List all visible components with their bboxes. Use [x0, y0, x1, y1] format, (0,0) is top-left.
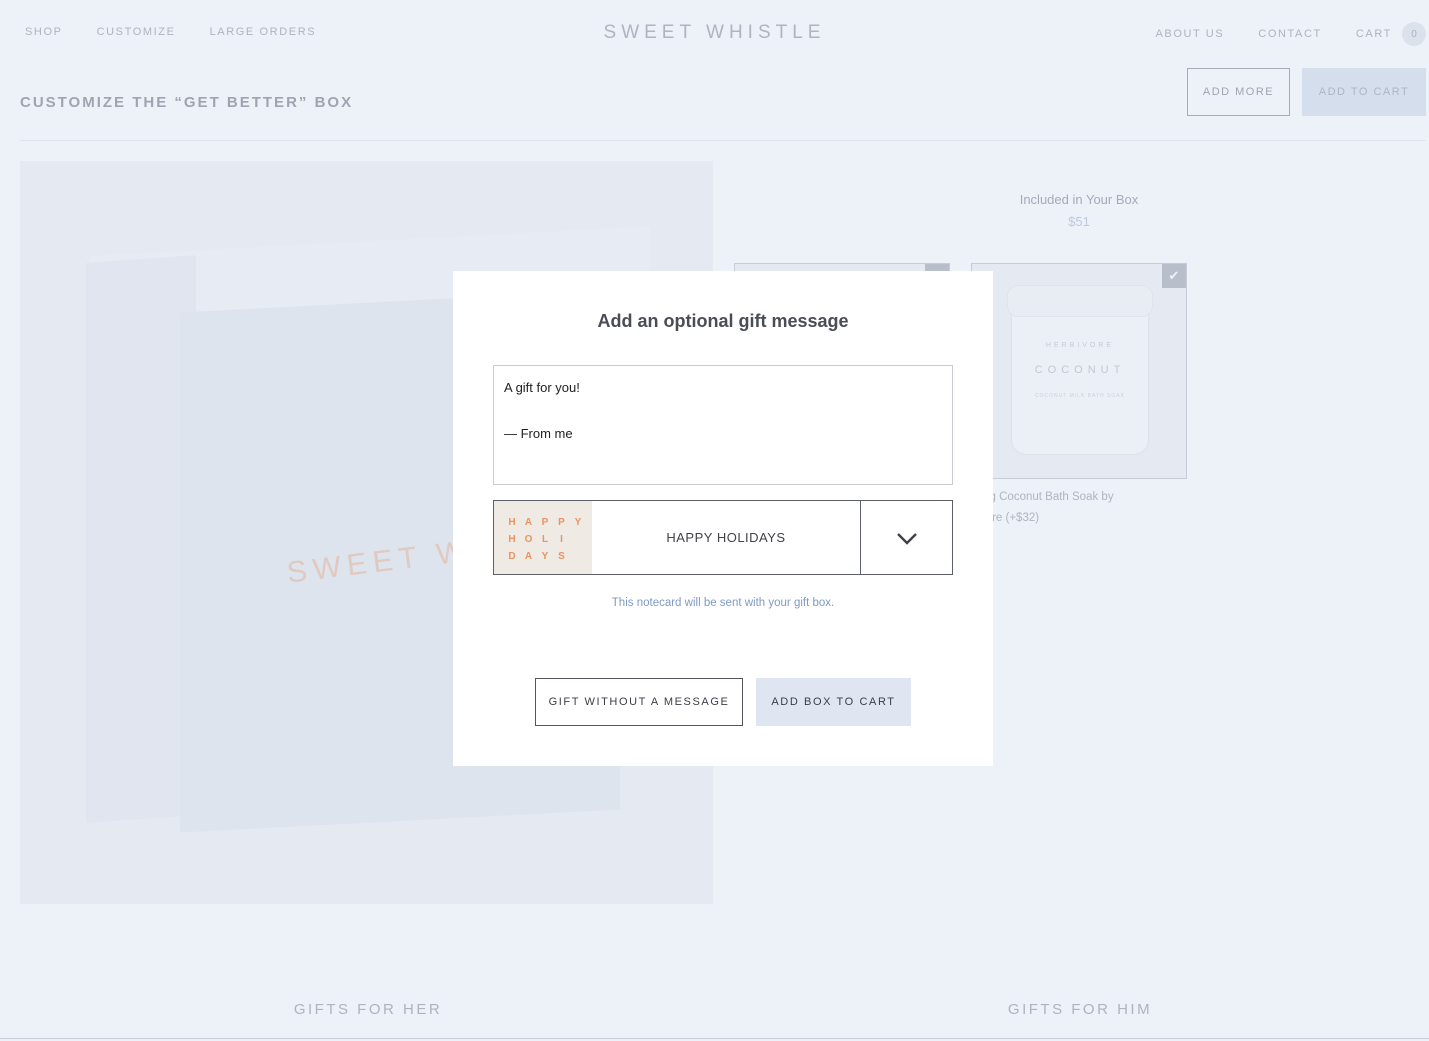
- notecard-thumbnail-letter: P: [558, 517, 565, 528]
- gift-message-textarea[interactable]: A gift for you! — From me: [493, 365, 953, 485]
- notecard-thumbnail: HAPPYHOLIDAYS: [494, 501, 592, 574]
- notecard-thumbnail-row: DAYS: [507, 548, 583, 565]
- modal-title: Add an optional gift message: [597, 311, 849, 331]
- gift-message-modal: Add an optional gift message A gift for …: [453, 271, 993, 766]
- notecard-thumbnail-letter: Y: [574, 517, 582, 528]
- notecard-thumbnail-row: HAPPY: [507, 514, 583, 531]
- notecard-thumbnail-letter: A: [524, 551, 533, 562]
- notecard-thumbnail-letter: L: [541, 534, 549, 545]
- notecard-thumbnail-letter: P: [541, 517, 549, 528]
- chevron-down-icon: [896, 532, 917, 545]
- notecard-thumbnail-letter: [573, 531, 583, 548]
- notecard-thumbnail-text: HAPPYHOLIDAYS: [507, 514, 583, 565]
- notecard-info-text: This notecard will be sent with your gif…: [611, 597, 835, 609]
- notecard-thumbnail-letter: [573, 548, 583, 565]
- notecard-thumbnail-letter: O: [524, 534, 533, 545]
- notecard-thumbnail-letter: I: [560, 534, 563, 545]
- notecard-dropdown-toggle[interactable]: [860, 501, 952, 574]
- notecard-thumbnail-letter: S: [558, 551, 565, 562]
- notecard-selected-label: HAPPY HOLIDAYS: [666, 530, 786, 545]
- notecard-thumbnail-letter: H: [508, 534, 516, 545]
- notecard-thumbnail-letter: H: [508, 517, 516, 528]
- notecard-thumbnail-letter: Y: [541, 551, 549, 562]
- notecard-thumbnail-row: HOLI: [507, 531, 583, 548]
- notecard-select[interactable]: HAPPYHOLIDAYS HAPPY HOLIDAYS: [493, 500, 953, 575]
- add-box-to-cart-button[interactable]: ADD BOX TO CART: [756, 678, 911, 726]
- notecard-thumbnail-letter: D: [508, 551, 516, 562]
- gift-without-message-button[interactable]: GIFT WITHOUT A MESSAGE: [535, 678, 743, 726]
- notecard-thumbnail-letter: A: [524, 517, 533, 528]
